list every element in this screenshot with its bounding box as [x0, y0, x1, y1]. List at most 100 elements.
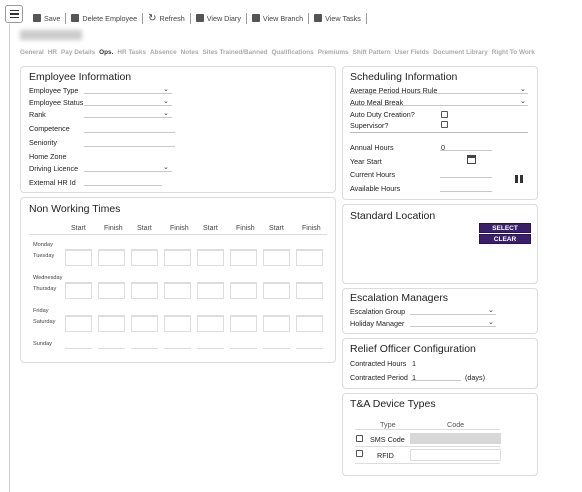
- scheduling-info-panel: Scheduling Information Average Period Ho…: [342, 66, 538, 200]
- time-input[interactable]: [296, 283, 323, 299]
- calendar-icon[interactable]: [467, 155, 476, 164]
- time-input[interactable]: [296, 250, 323, 266]
- holiday-manager-select[interactable]: [410, 318, 496, 327]
- grid-icon[interactable]: [515, 175, 523, 183]
- hamburger-menu-button[interactable]: [5, 5, 23, 23]
- time-input[interactable]: [164, 250, 191, 266]
- time-input[interactable]: [65, 250, 92, 266]
- time-input[interactable]: [197, 316, 224, 332]
- view-branch-button[interactable]: View Branch: [249, 14, 306, 23]
- chevron-down-icon: ⌄: [520, 98, 526, 105]
- tab-qualifications[interactable]: Qualifications: [271, 49, 313, 56]
- available-hours-label: Available Hours: [350, 184, 401, 193]
- supervisor-checkbox[interactable]: [441, 121, 448, 128]
- sms-code-checkbox[interactable]: [356, 435, 363, 442]
- holiday-manager-label: Holiday Manager: [350, 319, 405, 328]
- contracted-hours-label: Contracted Hours: [350, 359, 407, 368]
- view-tasks-button[interactable]: View Tasks: [311, 14, 364, 23]
- time-input[interactable]: [131, 250, 158, 266]
- tab-right-to-work[interactable]: Right To Work: [492, 49, 535, 56]
- time-input[interactable]: [98, 316, 125, 332]
- column-header-finish: Finish: [170, 225, 189, 232]
- time-input: [296, 348, 323, 349]
- auto-meal-select[interactable]: [350, 97, 528, 106]
- contracted-period-input[interactable]: [411, 372, 461, 381]
- day-label-thursday: Thursday: [33, 286, 57, 292]
- contracted-hours-value[interactable]: 1: [412, 359, 416, 368]
- time-input: [65, 348, 92, 349]
- competence-input[interactable]: [84, 124, 175, 133]
- rfid-input[interactable]: [410, 449, 501, 461]
- chevron-down-icon: ⌄: [163, 110, 169, 117]
- time-input[interactable]: [263, 250, 290, 266]
- tab-user-fields[interactable]: User Fields: [395, 49, 429, 56]
- refresh-button[interactable]: ↻ Refresh: [145, 13, 188, 24]
- rank-select[interactable]: [84, 109, 172, 118]
- employee-status-label: Employee Status: [29, 98, 84, 107]
- day-label-monday: Monday: [33, 242, 53, 248]
- rfid-checkbox[interactable]: [356, 450, 363, 457]
- time-input[interactable]: [131, 316, 158, 332]
- available-hours-input[interactable]: [440, 183, 492, 192]
- time-input[interactable]: [230, 316, 257, 332]
- tab-premiums[interactable]: Premiums: [318, 49, 349, 56]
- tab-shift-pattern[interactable]: Shift Pattern: [353, 49, 391, 56]
- clear-location-button[interactable]: CLEAR: [479, 234, 531, 244]
- time-input: [230, 348, 257, 349]
- auto-duty-checkbox[interactable]: [441, 111, 448, 118]
- employee-status-select[interactable]: [84, 97, 172, 106]
- employee-type-select[interactable]: [84, 85, 172, 94]
- tab-pay-details[interactable]: Pay Details: [61, 49, 95, 56]
- refresh-icon: ↻: [148, 12, 157, 24]
- time-input[interactable]: [263, 283, 290, 299]
- seniority-input[interactable]: [84, 138, 175, 147]
- escalation-title: Escalation Managers: [350, 292, 449, 304]
- time-input[interactable]: [164, 316, 191, 332]
- time-input[interactable]: [65, 316, 92, 332]
- tab-document-library[interactable]: Document Library: [433, 49, 488, 56]
- escalation-group-select[interactable]: [410, 306, 496, 315]
- employee-name-redacted: [20, 30, 82, 40]
- ta-device-panel: T&A Device Types Type Code SMS Code RFID: [342, 393, 538, 476]
- chevron-down-icon: ⌄: [163, 86, 169, 93]
- delete-employee-button[interactable]: Delete Employee: [68, 14, 140, 23]
- scheduling-info-title: Scheduling Information: [350, 71, 458, 83]
- driving-licence-label: Driving Licence: [29, 164, 79, 173]
- type-header: Type: [380, 420, 396, 429]
- time-input[interactable]: [197, 250, 224, 266]
- tab-hr-tasks[interactable]: HR Tasks: [117, 49, 146, 56]
- escalation-panel: Escalation Managers Escalation Group ⌄ H…: [342, 288, 538, 334]
- annual-hours-input[interactable]: [440, 142, 492, 151]
- tab-hr[interactable]: HR: [48, 49, 57, 56]
- auto-duty-label: Auto Duty Creation?: [350, 110, 415, 119]
- save-button[interactable]: Save: [30, 14, 63, 23]
- tab-notes[interactable]: Notes: [181, 49, 199, 56]
- divider: [350, 132, 528, 133]
- time-input[interactable]: [98, 250, 125, 266]
- avg-period-rule-select[interactable]: [350, 85, 528, 94]
- annual-hours-label: Annual Hours: [350, 143, 394, 152]
- tab-sites-trained-banned[interactable]: Sites Trained/Banned: [202, 49, 267, 56]
- external-hr-id-input[interactable]: [84, 177, 162, 186]
- time-input[interactable]: [263, 316, 290, 332]
- seniority-label: Seniority: [29, 138, 57, 147]
- time-input[interactable]: [230, 250, 257, 266]
- current-hours-input[interactable]: [440, 169, 492, 178]
- time-input[interactable]: [197, 283, 224, 299]
- tab-ops[interactable]: Ops.: [99, 49, 113, 56]
- select-location-button[interactable]: SELECT: [479, 223, 531, 233]
- tab-general[interactable]: General: [20, 49, 44, 56]
- time-input[interactable]: [98, 283, 125, 299]
- time-input[interactable]: [65, 283, 92, 299]
- sms-code-input[interactable]: [410, 433, 501, 444]
- time-input[interactable]: [164, 283, 191, 299]
- tab-absence[interactable]: Absence: [150, 49, 177, 56]
- time-input[interactable]: [230, 283, 257, 299]
- time-input[interactable]: [131, 283, 158, 299]
- column-header-start: Start: [71, 225, 86, 232]
- chevron-down-icon: ⌄: [163, 98, 169, 105]
- view-diary-button[interactable]: View Diary: [193, 14, 244, 23]
- driving-licence-select[interactable]: [84, 163, 172, 172]
- time-input: [263, 348, 290, 349]
- time-input[interactable]: [296, 316, 323, 332]
